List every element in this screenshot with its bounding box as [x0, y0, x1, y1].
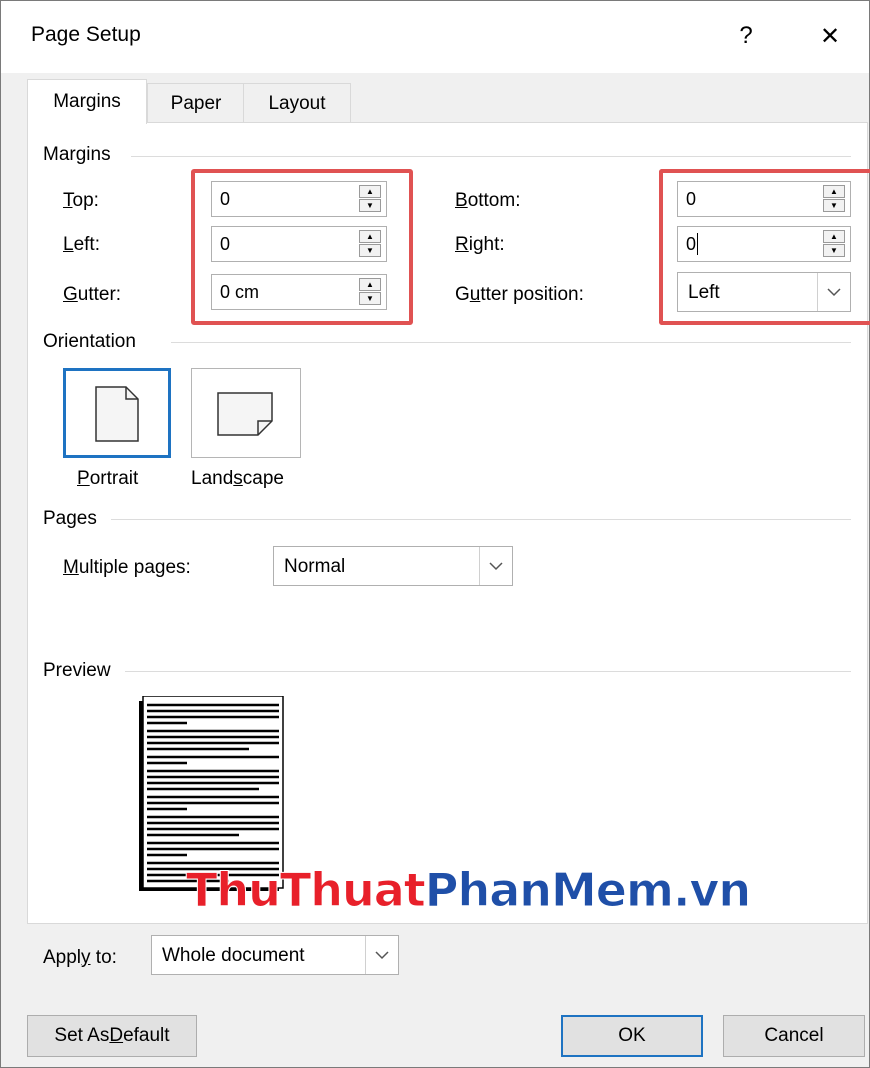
close-icon: ✕	[819, 22, 841, 50]
title-bar: Page Setup ? ✕	[1, 1, 869, 73]
portrait-label: Portrait	[77, 468, 139, 489]
help-icon: ?	[739, 22, 753, 49]
left-label: Left:	[63, 234, 100, 255]
dialog-title: Page Setup	[31, 23, 141, 46]
margins-divider	[131, 156, 851, 157]
preview-divider	[125, 671, 851, 672]
landscape-label: Landscape	[191, 468, 284, 489]
margins-section-label: Margins	[43, 144, 119, 166]
multiple-pages-label: Multiple pages:	[63, 557, 191, 578]
tab-layout-label: Layout	[268, 93, 326, 114]
gutter-position-label: Gutter position:	[455, 284, 584, 305]
help-button[interactable]: ?	[723, 13, 769, 59]
set-as-default-button[interactable]: Set As Default	[27, 1015, 197, 1057]
multiple-pages-value: Normal	[284, 556, 346, 577]
landscape-button[interactable]	[191, 368, 301, 458]
tab-margins-label: Margins	[53, 91, 121, 112]
top-label: Top:	[63, 190, 99, 211]
pages-divider	[111, 519, 851, 520]
portrait-button[interactable]	[63, 368, 171, 458]
ok-button[interactable]: OK	[561, 1015, 703, 1057]
landscape-page-icon	[217, 392, 273, 436]
tab-margins[interactable]: Margins	[27, 79, 147, 124]
chevron-down-icon[interactable]	[365, 936, 398, 974]
pages-section-label: Pages	[43, 508, 105, 530]
tab-paper-label: Paper	[170, 93, 222, 114]
apply-to-value: Whole document	[162, 945, 305, 966]
orientation-section-label: Orientation	[43, 331, 144, 353]
apply-to-select[interactable]: Whole document	[151, 935, 399, 975]
bottom-label: Bottom:	[455, 190, 521, 211]
right-label: Right:	[455, 234, 505, 255]
left-highlight-box	[191, 169, 413, 325]
page-setup-dialog: Page Setup ? ✕ Margins Paper Layout Marg…	[0, 0, 870, 1068]
tab-paper[interactable]: Paper	[147, 83, 245, 124]
orientation-divider	[171, 342, 851, 343]
portrait-page-icon	[95, 386, 139, 442]
right-highlight-box	[659, 169, 870, 325]
preview-section-label: Preview	[43, 660, 119, 682]
close-button[interactable]: ✕	[807, 13, 853, 59]
chevron-down-icon[interactable]	[479, 547, 512, 585]
cancel-button[interactable]: Cancel	[723, 1015, 865, 1057]
multiple-pages-select[interactable]: Normal	[273, 546, 513, 586]
watermark-logo: ThuThuatPhanMem.vn	[186, 863, 752, 918]
tab-layout[interactable]: Layout	[243, 83, 351, 124]
gutter-label: Gutter:	[63, 284, 122, 305]
apply-to-label: Apply to:	[43, 947, 117, 968]
